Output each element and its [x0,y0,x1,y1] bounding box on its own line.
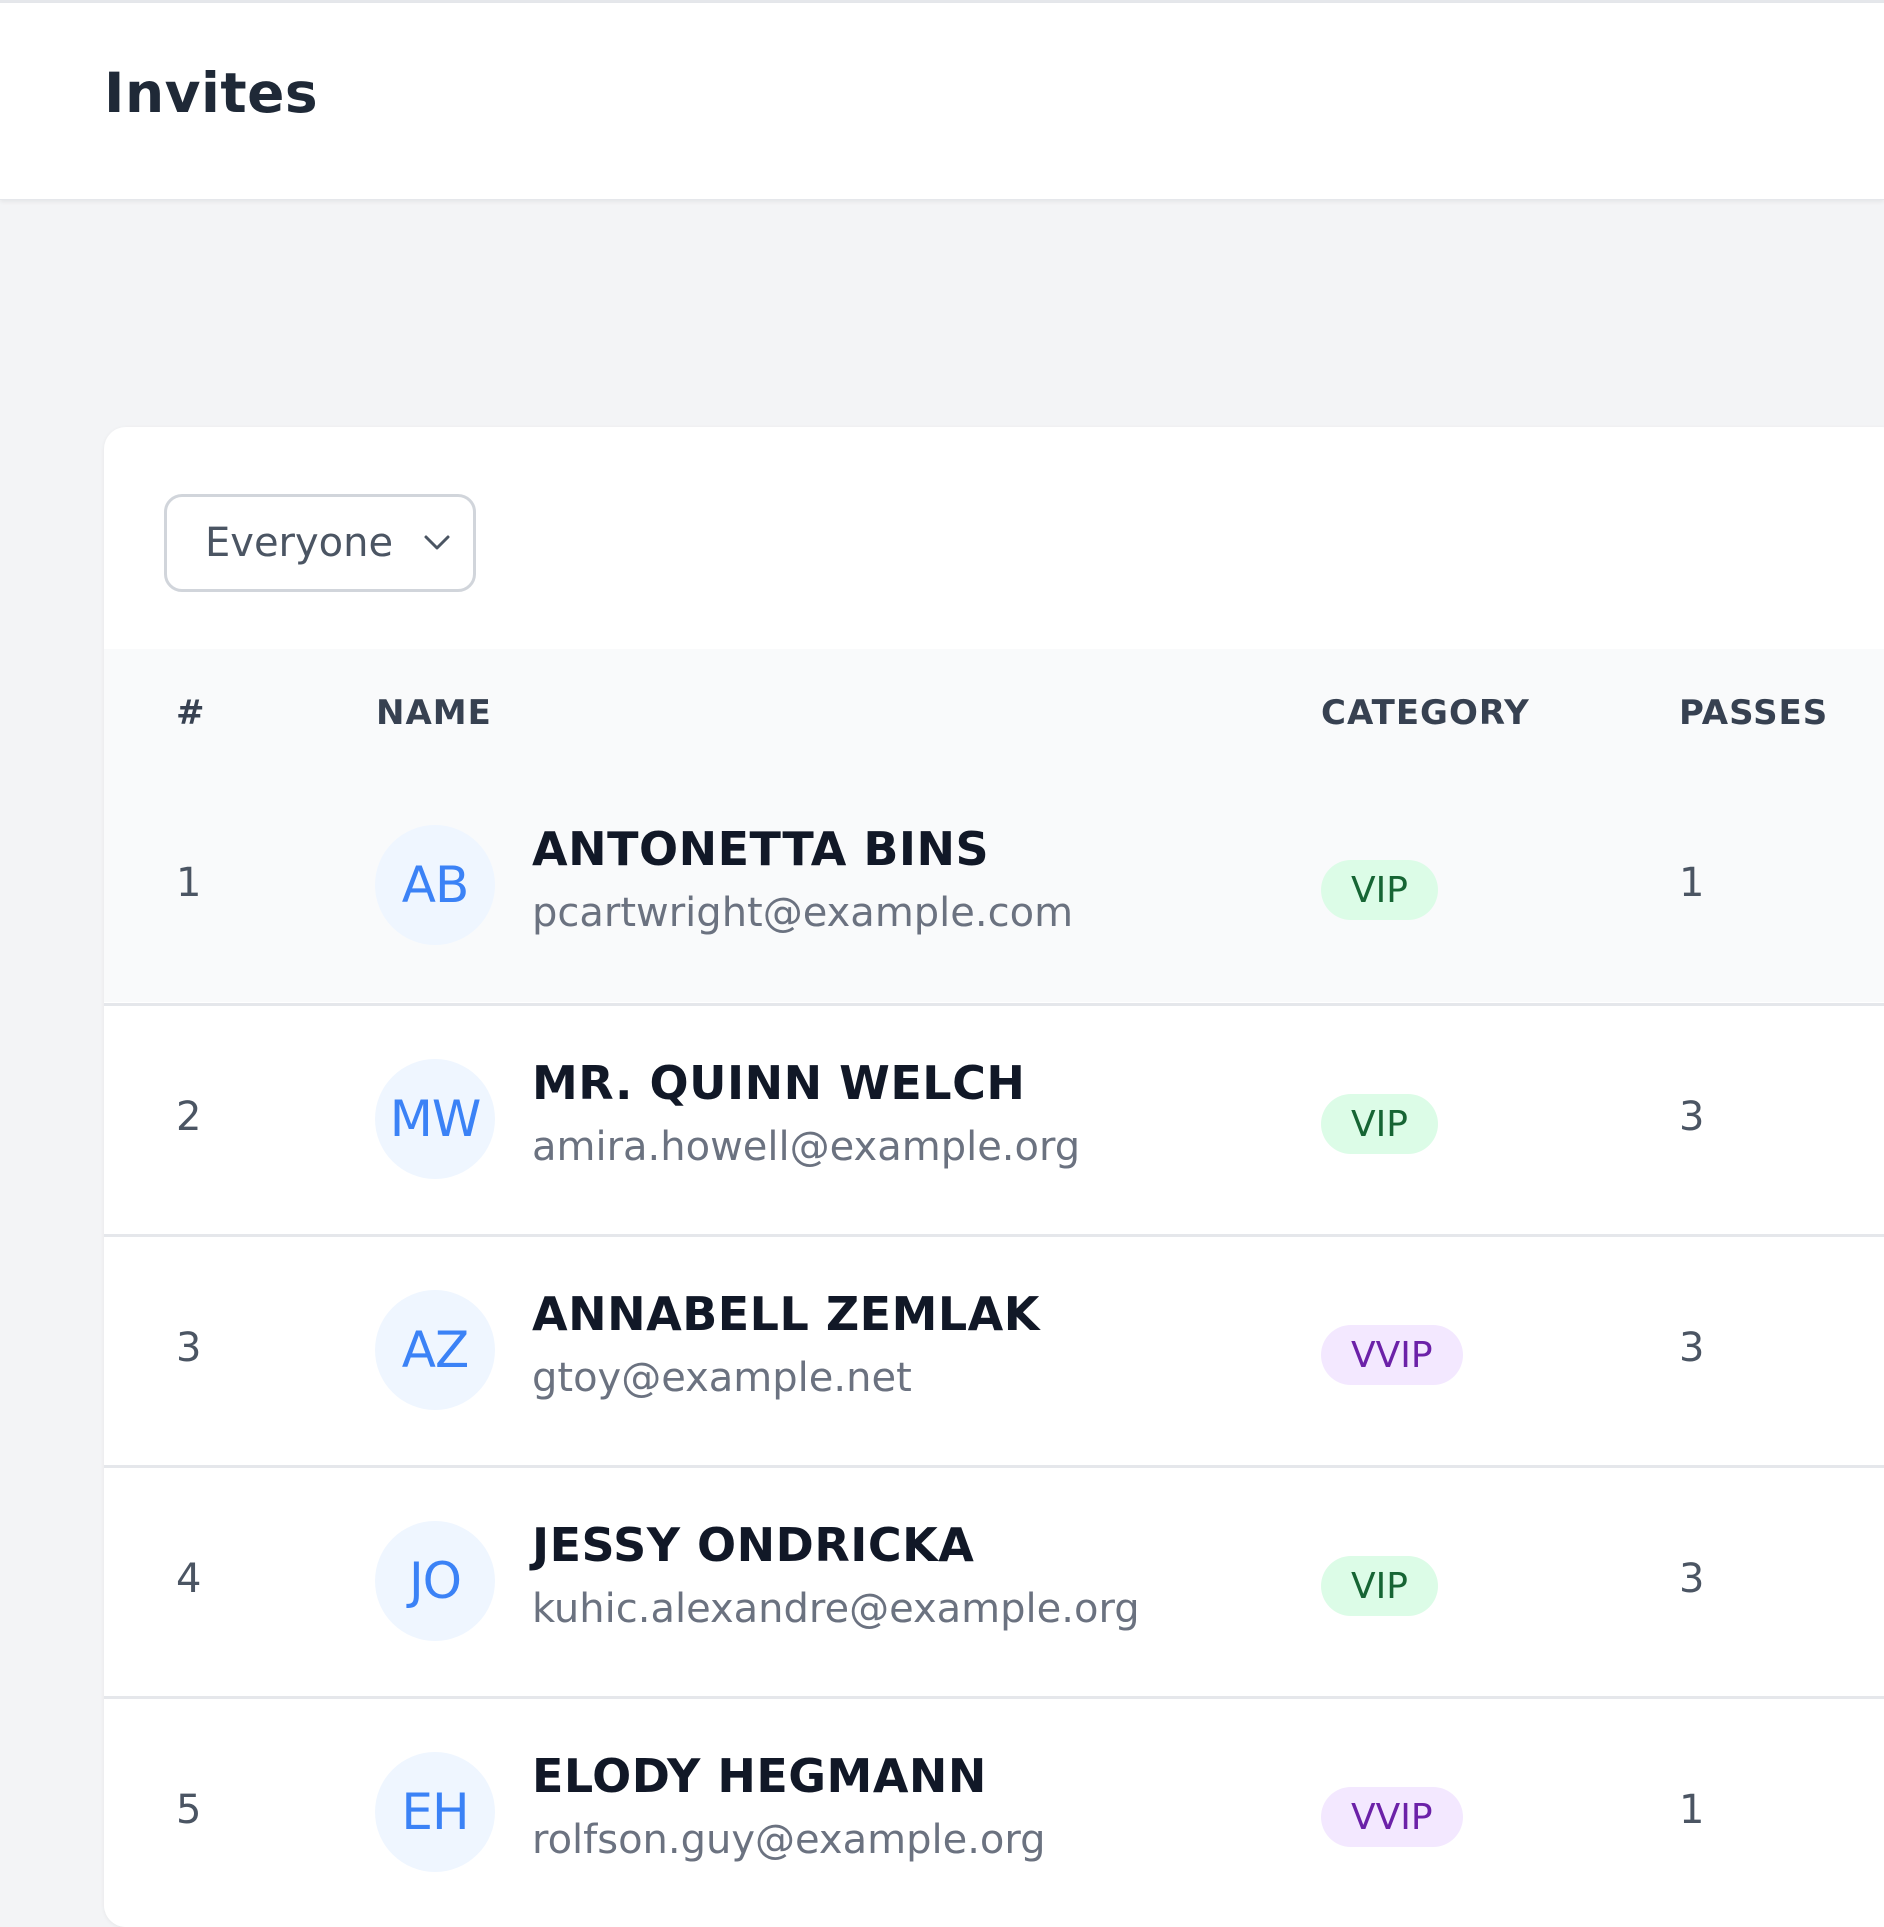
guest-name: JESSY ONDRICKA [532,1518,975,1572]
avatar: AZ [375,1290,495,1410]
table-row[interactable]: 2 MW MR. QUINN WELCH amira.howell@example.o… [104,1003,1884,1236]
row-number: 5 [176,1787,202,1833]
column-header-category[interactable]: CATEGORY [1321,693,1530,733]
invites-card: Everyone # NAME CATEGORY PASSES 1 AB ANTON… [104,427,1884,1927]
passes-count: 3 [1679,1325,1705,1371]
passes-count: 1 [1679,1787,1705,1833]
row-number: 1 [176,860,202,906]
column-header-passes[interactable]: PASSES [1679,693,1828,733]
category-badge: VIP [1321,1556,1438,1616]
table-header: # NAME CATEGORY PASSES [104,649,1884,772]
guest-email: pcartwright@example.com [532,890,1074,936]
guest-email: kuhic.alexandre@example.org [532,1586,1140,1632]
page-header: Invites [0,3,1884,200]
row-number: 3 [176,1325,202,1371]
avatar: EH [375,1752,495,1872]
category-badge: VIP [1321,860,1438,920]
guest-name: MR. QUINN WELCH [532,1056,1026,1110]
row-number: 4 [176,1556,202,1602]
passes-count: 3 [1679,1556,1705,1602]
table-row[interactable]: 4 JO JESSY ONDRICKA kuhic.alexandre@example… [104,1465,1884,1698]
guest-name: ANTONETTA BINS [532,822,990,876]
avatar: AB [375,825,495,945]
passes-count: 1 [1679,860,1705,906]
passes-count: 3 [1679,1094,1705,1140]
chevron-down-icon [421,527,453,559]
avatar: JO [375,1521,495,1641]
column-header-name[interactable]: NAME [376,693,492,733]
guest-email: gtoy@example.net [532,1355,912,1401]
guest-email: amira.howell@example.org [532,1124,1081,1170]
row-number: 2 [176,1094,202,1140]
guest-name: ELODY HEGMANN [532,1749,987,1803]
category-badge: VVIP [1321,1325,1463,1385]
guest-email: rolfson.guy@example.org [532,1817,1046,1863]
page-title: Invites [104,61,319,125]
audience-filter-dropdown[interactable]: Everyone [164,494,476,592]
category-badge: VVIP [1321,1787,1463,1847]
guest-name: ANNABELL ZEMLAK [532,1287,1040,1341]
filter-selected-label: Everyone [205,520,394,566]
table-row[interactable]: 3 AZ ANNABELL ZEMLAK gtoy@example.net VVIP 3 [104,1234,1884,1467]
column-header-number: # [176,693,206,733]
avatar: MW [375,1059,495,1179]
table-row[interactable]: 5 EH ELODY HEGMANN rolfson.guy@example.org V… [104,1696,1884,1927]
table-row[interactable]: 1 AB ANTONETTA BINS pcartwright@example.com… [104,772,1884,1002]
category-badge: VIP [1321,1094,1438,1154]
